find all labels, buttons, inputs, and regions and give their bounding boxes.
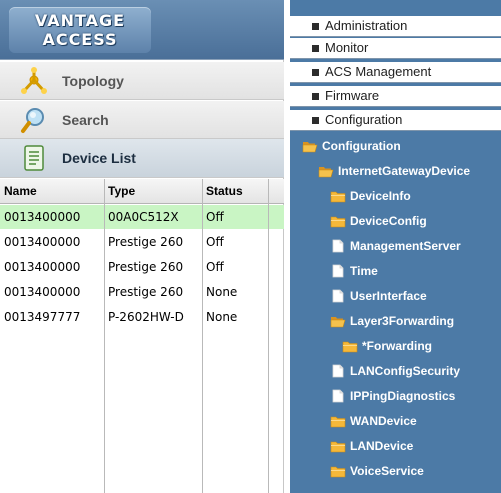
- tree-node-label: DeviceInfo: [350, 189, 411, 203]
- tree-node-label: IPPingDiagnostics: [350, 389, 456, 403]
- folder-icon: [342, 341, 358, 353]
- folder-icon: [330, 416, 346, 428]
- cell-type: 00A0C512X: [108, 210, 179, 224]
- folder-icon: [330, 191, 346, 203]
- left-panel: VANTAGE ACCESS Topology Search Device Li…: [0, 0, 284, 493]
- topology-icon: [21, 66, 47, 94]
- logo-line2: ACCESS: [42, 30, 118, 49]
- nav-search-label: Search: [62, 111, 109, 128]
- cell-name: 0013497777: [4, 310, 81, 324]
- cell-name: 0013400000: [4, 285, 81, 299]
- tree-node-label: DeviceConfig: [350, 214, 427, 228]
- document-icon: [332, 364, 344, 378]
- tree-node-label: InternetGatewayDevice: [338, 164, 471, 178]
- device-list-icon: [24, 145, 44, 171]
- nav-topology-button[interactable]: Topology: [0, 62, 284, 100]
- cell-name: 0013400000: [4, 260, 81, 274]
- column-header-type[interactable]: Type: [108, 184, 135, 198]
- menu-administration[interactable]: Administration: [290, 16, 501, 37]
- configuration-tree: Configuration InternetGatewayDevice Device…: [290, 134, 501, 493]
- menu-label: Administration: [325, 18, 408, 33]
- cell-status: Off: [206, 235, 224, 249]
- bullet-icon: [312, 23, 319, 30]
- folder-open-icon: [302, 142, 318, 153]
- tree-node-label: Layer3Forwarding: [350, 314, 455, 328]
- document-icon: [332, 289, 344, 303]
- right-panel: Administration Monitor ACS Management Fi…: [290, 0, 501, 493]
- table-row[interactable]: 0013400000 Prestige 260 Off: [0, 255, 284, 279]
- tree-node-label: UserInterface: [350, 289, 427, 303]
- device-table: Name Type Status 0013400000 00A0C512X Of…: [0, 179, 284, 493]
- cell-status: Off: [206, 260, 224, 274]
- tree-node-label: VoiceService: [350, 464, 424, 478]
- table-header: Name Type Status: [0, 179, 284, 204]
- table-row[interactable]: 0013400000 Prestige 260 None: [0, 280, 284, 304]
- menu-label: ACS Management: [325, 64, 432, 79]
- cell-type: P-2602HW-D: [108, 310, 184, 324]
- table-row[interactable]: 0013400000 Prestige 260 Off: [0, 230, 284, 254]
- nav-search-button[interactable]: Search: [0, 101, 284, 139]
- column-header-name[interactable]: Name: [4, 184, 37, 198]
- menu-label: Configuration: [325, 112, 403, 127]
- document-icon: [332, 264, 344, 278]
- menu-label: Monitor: [325, 40, 369, 55]
- column-header-status[interactable]: Status: [206, 184, 243, 198]
- tree-node-label: WANDevice: [350, 414, 417, 428]
- tree-node-label: ManagementServer: [350, 239, 461, 253]
- column-divider: [104, 179, 105, 493]
- nav-device-list-button[interactable]: Device List: [0, 139, 284, 178]
- menu-acs-management[interactable]: ACS Management: [290, 62, 501, 83]
- table-row[interactable]: 0013400000 00A0C512X Off: [0, 205, 284, 229]
- bullet-icon: [312, 69, 319, 76]
- menu-firmware[interactable]: Firmware: [290, 86, 501, 107]
- tree-node-label: Configuration: [322, 139, 401, 153]
- nav-topology-label: Topology: [62, 72, 124, 89]
- folder-icon: [330, 441, 346, 453]
- vantage-access-logo: VANTAGE ACCESS: [9, 7, 151, 53]
- cell-status: None: [206, 310, 238, 324]
- folder-icon: [330, 216, 346, 228]
- document-icon: [332, 239, 344, 253]
- column-divider: [268, 179, 269, 493]
- bullet-icon: [312, 93, 319, 100]
- column-divider: [202, 179, 203, 493]
- menu-monitor[interactable]: Monitor: [290, 38, 501, 59]
- folder-icon: [330, 466, 346, 478]
- cell-status: Off: [206, 210, 224, 224]
- document-icon: [332, 389, 344, 403]
- nav-device-list-label: Device List: [62, 150, 136, 166]
- tree-node-label: LANDevice: [350, 439, 414, 453]
- cell-type: Prestige 260: [108, 260, 184, 274]
- cell-name: 0013400000: [4, 235, 81, 249]
- bullet-icon: [312, 117, 319, 124]
- logo-area: VANTAGE ACCESS: [0, 0, 284, 60]
- folder-open-icon: [330, 317, 346, 328]
- cell-type: Prestige 260: [108, 285, 184, 299]
- cell-type: Prestige 260: [108, 235, 184, 249]
- tree-node-label: LANConfigSecurity: [350, 364, 461, 378]
- tree-node-label: Time: [350, 264, 378, 278]
- tree-node-label: *Forwarding: [362, 339, 433, 353]
- folder-open-icon: [318, 167, 334, 178]
- magnifier-icon: [21, 107, 44, 133]
- menu-configuration[interactable]: Configuration: [290, 110, 501, 131]
- cell-status: None: [206, 285, 238, 299]
- cell-name: 0013400000: [4, 210, 81, 224]
- panel-top-strip: [290, 0, 501, 16]
- table-row[interactable]: 0013497777 P-2602HW-D None: [0, 305, 284, 329]
- logo-line1: VANTAGE: [34, 11, 126, 30]
- bullet-icon: [312, 45, 319, 52]
- menu-label: Firmware: [325, 88, 380, 103]
